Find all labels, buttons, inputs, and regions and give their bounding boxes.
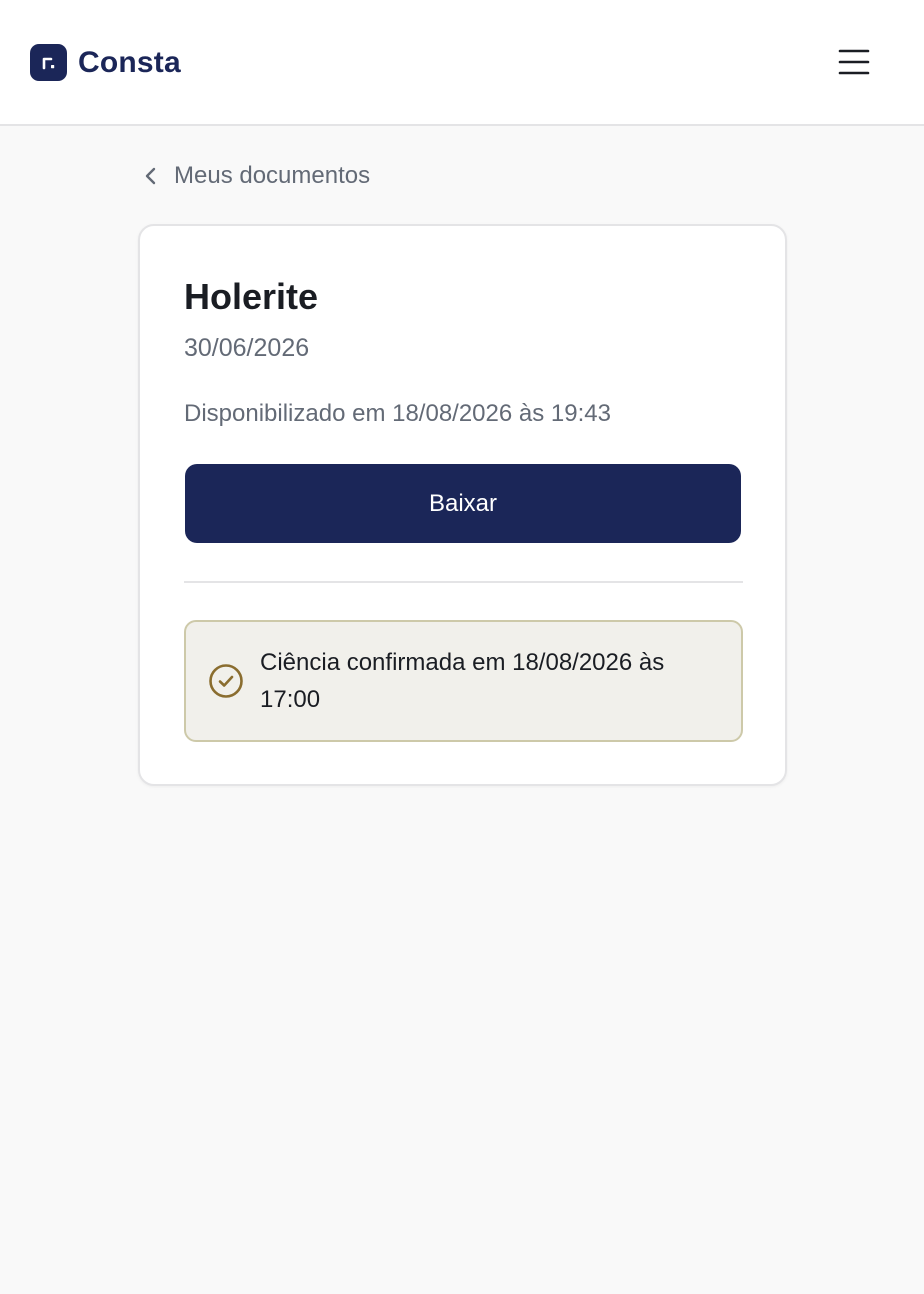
document-card: Holerite 30/06/2026 Disponibilizado em 1… [138,224,787,786]
menu-button[interactable] [832,40,876,84]
download-button[interactable]: Baixar [185,464,741,543]
document-title: Holerite [184,276,319,317]
back-link-label: Meus documentos [174,162,371,189]
top-bar: Consta [0,0,924,126]
document-available-at: Disponibilizado em 18/08/2026 às 19:43 [184,400,611,427]
logo[interactable]: Consta [30,44,181,81]
acknowledgement-banner: Ciência confirmada em 18/08/2026 às 17:0… [184,620,743,742]
consta-logo-icon [30,44,67,81]
logo-text: Consta [78,45,181,79]
acknowledgement-text: Ciência confirmada em 18/08/2026 às 17:0… [260,649,665,713]
chevron-left-icon [145,167,156,185]
divider [184,581,743,583]
hamburger-menu-icon [838,49,870,75]
check-circle-icon [209,664,243,698]
document-date: 30/06/2026 [184,334,310,362]
back-link[interactable]: Meus documentos [140,158,370,194]
